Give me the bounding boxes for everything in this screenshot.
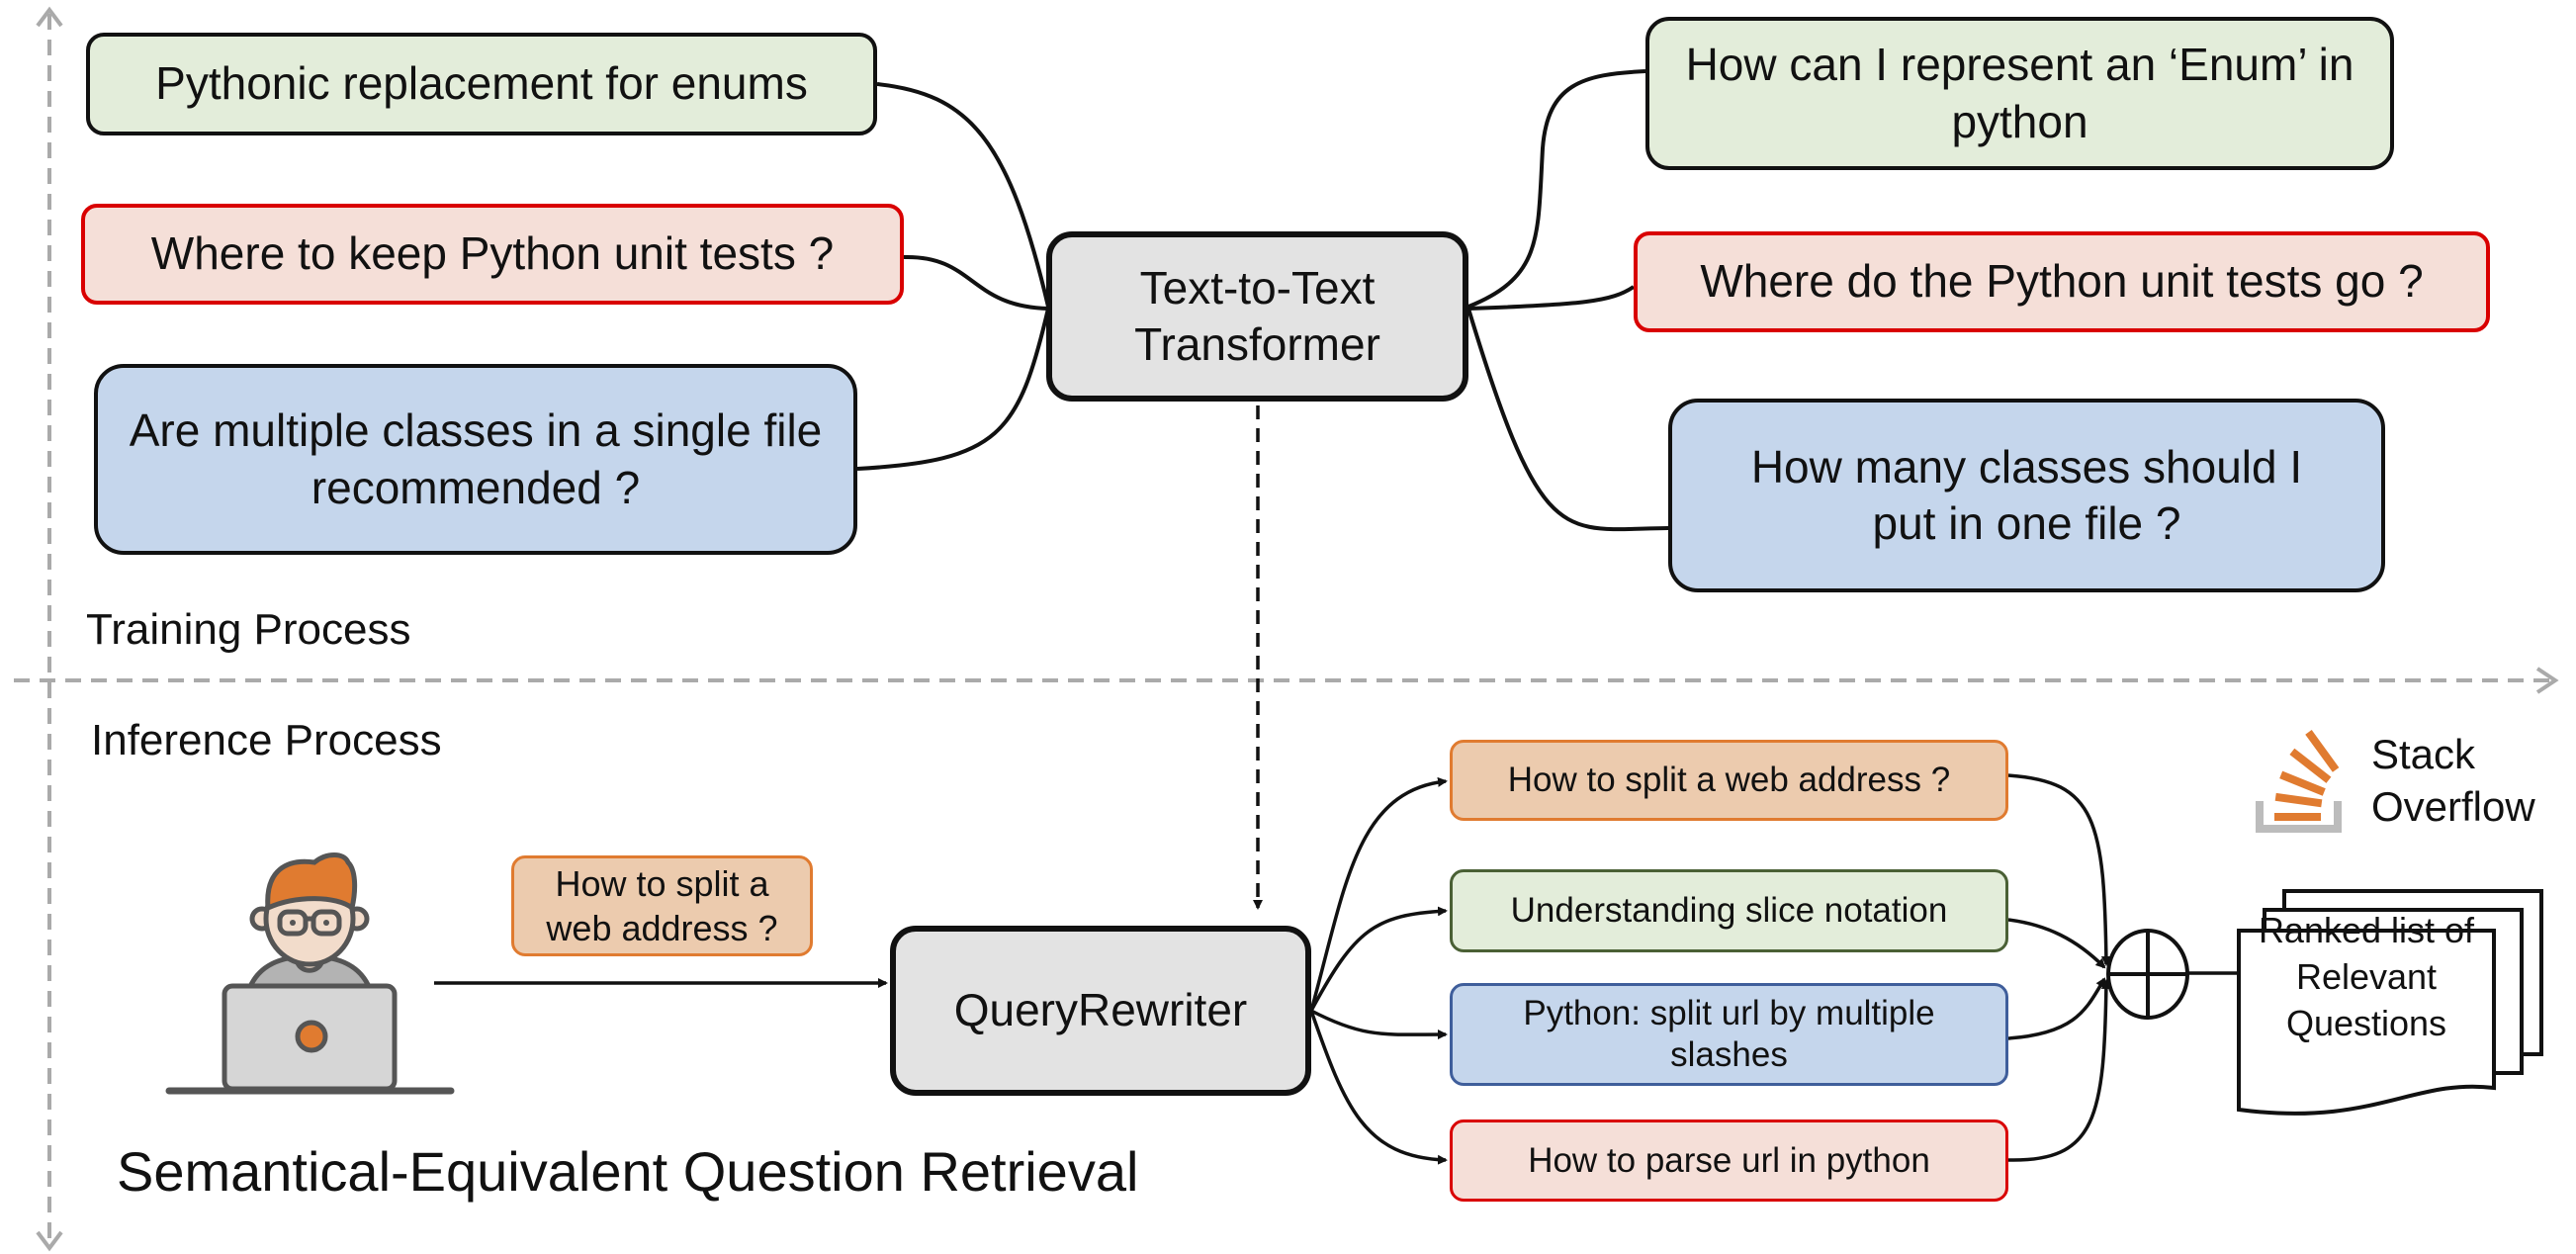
stack-overflow-name: Stack Overflow bbox=[2371, 729, 2535, 833]
candidate-text: Understanding slice notation bbox=[1510, 891, 1948, 931]
training-left-question-2: Where to keep Python unit tests ? bbox=[81, 204, 904, 305]
training-right-question-2: Where do the Python unit tests go ? bbox=[1634, 231, 2490, 332]
stack-overflow-logo bbox=[2256, 730, 2342, 833]
question-text: Where do the Python unit tests go ? bbox=[1700, 255, 2424, 308]
question-text: Pythonic replacement for enums bbox=[155, 57, 808, 110]
candidate-text: Python: split url by multiple slashes bbox=[1523, 994, 1935, 1074]
inference-process-label: Inference Process bbox=[91, 716, 442, 764]
user-query-text: How to split a web address ? bbox=[546, 863, 778, 948]
candidate-connectors bbox=[2007, 773, 2111, 1162]
so-line-2: Overflow bbox=[2371, 782, 2535, 830]
rewriter-to-candidate-3 bbox=[1310, 1009, 1448, 1040]
candidate-question-2: Understanding slice notation bbox=[1450, 869, 2008, 952]
candidate-4-to-aggregator bbox=[2007, 979, 2111, 1162]
model-label: Text-to-Text Transformer bbox=[1134, 261, 1380, 371]
candidate-question-1: How to split a web address ? bbox=[1450, 740, 2008, 821]
candidate-question-4: How to parse url in python bbox=[1450, 1120, 2008, 1202]
candidate-2-to-aggregator bbox=[2007, 918, 2106, 969]
connector-right-1 bbox=[1467, 69, 1646, 309]
question-text: Where to keep Python unit tests ? bbox=[150, 227, 835, 280]
diagram-title: Semantical-Equivalent Question Retrieval bbox=[117, 1140, 1139, 1203]
rewriter-to-candidate-2 bbox=[1309, 906, 1448, 1012]
query-rewriter: QueryRewriter bbox=[890, 926, 1311, 1096]
text-to-text-transformer: Text-to-Text Transformer bbox=[1046, 231, 1468, 402]
candidate-1-to-aggregator bbox=[2007, 773, 2111, 966]
candidate-question-3: Python: split url by multiple slashes bbox=[1450, 983, 2008, 1086]
candidate-3-to-aggregator bbox=[2007, 977, 2106, 1040]
user-query-bubble: How to split a web address ? bbox=[511, 855, 813, 956]
rewriter-connectors bbox=[1309, 776, 1448, 1165]
question-text: Are multiple classes in a single file re… bbox=[129, 404, 823, 513]
rewriter-label: QueryRewriter bbox=[953, 984, 1248, 1036]
ranked-list-label: Ranked list of Relevant Questions bbox=[2258, 910, 2475, 1043]
training-left-question-1: Pythonic replacement for enums bbox=[86, 33, 877, 135]
connector-left-3 bbox=[856, 308, 1050, 471]
vertical-axis bbox=[36, 6, 63, 1252]
training-left-question-3: Are multiple classes in a single file re… bbox=[94, 364, 857, 555]
connector-left-2 bbox=[903, 254, 1049, 311]
candidate-text: How to parse url in python bbox=[1528, 1140, 1930, 1180]
training-process-label: Training Process bbox=[86, 605, 411, 654]
so-line-1: Stack bbox=[2371, 731, 2476, 777]
training-right-question-3: How many classes should I put in one fil… bbox=[1668, 399, 2385, 592]
horizontal-separator bbox=[14, 667, 2559, 694]
developer-at-laptop-icon bbox=[165, 852, 455, 1095]
connector-right-3 bbox=[1466, 308, 1669, 532]
candidate-text: How to split a web address ? bbox=[1507, 761, 1951, 800]
connector-right-2 bbox=[1467, 285, 1636, 311]
training-right-question-1: How can I represent an ‘Enum’ in python bbox=[1645, 17, 2394, 170]
question-text: How many classes should I put in one fil… bbox=[1750, 440, 2303, 550]
circle-plus-icon bbox=[2106, 929, 2189, 1020]
question-text: How can I represent an ‘Enum’ in python bbox=[1685, 39, 2354, 147]
